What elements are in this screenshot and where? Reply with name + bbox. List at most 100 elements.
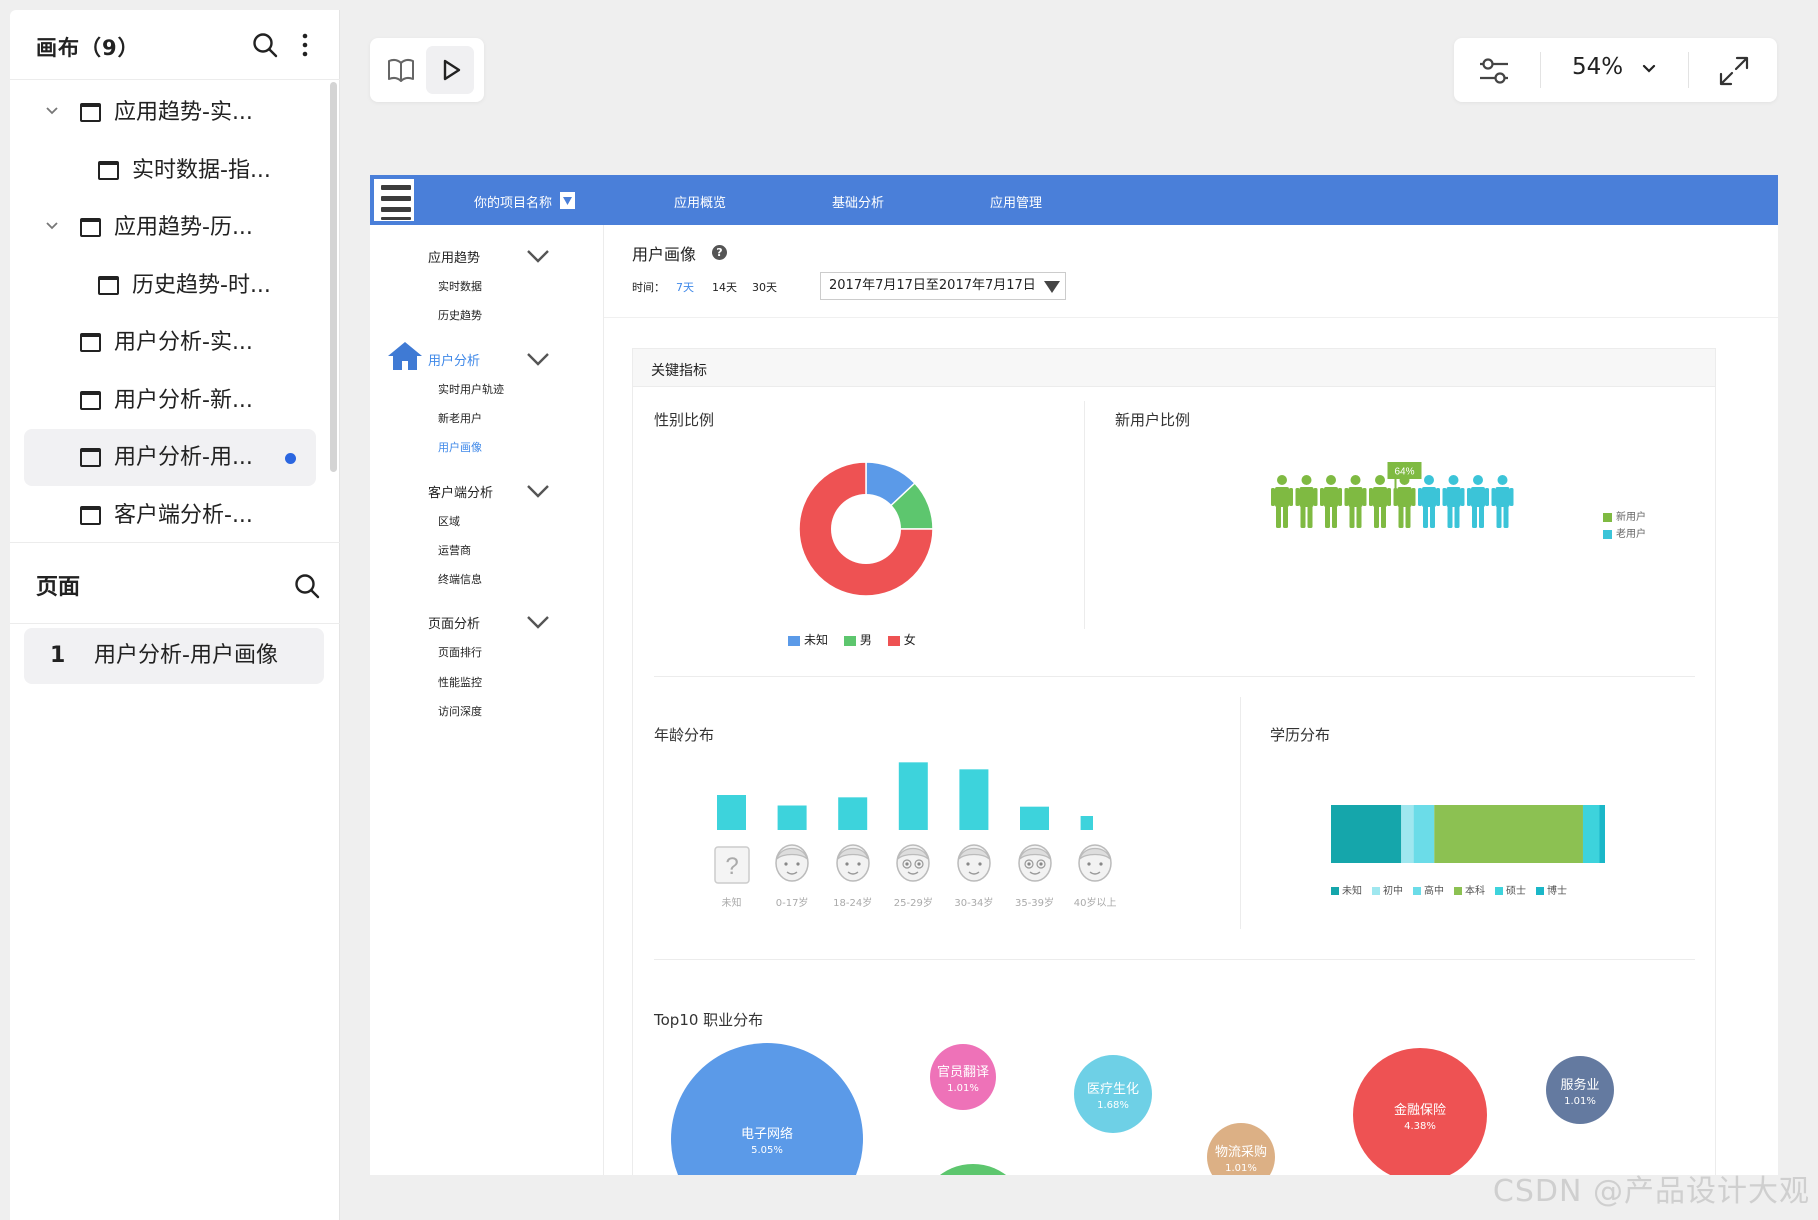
edu-legend-item: 本科 [1454,886,1485,897]
pages-header: 页面 [10,542,340,624]
nav-item[interactable]: 应用概览 [674,192,726,211]
side-menu-group[interactable]: 用户分析 [428,350,480,369]
chevron-down-icon[interactable] [1642,64,1656,74]
side-menu-item[interactable]: 终端信息 [438,571,482,587]
canvas-tree-item[interactable]: 历史趋势-时... [10,257,315,314]
edu-segment [1582,805,1600,863]
watermark: CSDN @产品设计大观 [1492,1174,1810,1209]
book-icon[interactable] [387,57,415,83]
age-bar [838,797,868,830]
page-item[interactable]: 1 用户分析-用户画像 [24,628,324,684]
face-avatar-icon [775,844,809,882]
side-menu-item[interactable]: 访问深度 [438,703,482,719]
preview-toolbar [370,38,484,102]
nav-item[interactable]: 基础分析 [832,192,884,211]
face-avatar-icon [1017,844,1052,882]
side-menu-item[interactable]: 用户画像 [438,439,482,455]
canvas-tree-item[interactable]: 用户分析-实... [10,314,315,371]
page-title: 用户画像 [632,245,697,264]
more-vertical-icon[interactable] [300,32,310,58]
edu-legend-item: 高中 [1413,886,1444,897]
side-menu-group[interactable]: 页面分析 [428,613,480,632]
chevron-down-icon[interactable] [526,351,550,367]
frame-icon [80,390,101,410]
hamburger-menu-button[interactable] [372,177,416,223]
age-tick-label: 35-39岁 [1014,898,1055,909]
side-menu-item[interactable]: 区域 [438,513,460,529]
job-bubble: 服务业 1.01% [1546,1056,1614,1124]
range-30d[interactable]: 30天 [752,279,777,295]
chevron-down-icon[interactable] [526,248,550,264]
date-range-select[interactable]: 2017年7月17日至2017年7月17日 [820,272,1066,300]
legend-unknown: 未知 [788,633,828,647]
chevron-down-icon[interactable] [526,483,550,499]
side-menu-item[interactable]: 运营商 [438,542,471,558]
dropdown-arrow-icon[interactable] [560,192,575,209]
frame-icon [98,160,119,180]
job-title: Top10 职业分布 [654,1011,764,1029]
person-icon [1491,475,1514,528]
side-menu-item[interactable]: 实时数据 [438,278,482,294]
help-icon[interactable]: ? [712,245,727,260]
frame-icon [80,505,101,525]
zoom-level[interactable]: 54% [1572,54,1623,80]
legend-female: 女 [887,633,916,647]
canvas-tree-item[interactable]: 用户分析-用... [24,429,316,486]
prototype-side-menu: 应用趋势实时数据历史趋势用户分析实时用户轨迹 新老用户用户画像客户端分析区域运营商… [370,225,604,1175]
frame-icon [80,218,101,237]
side-menu-group[interactable]: 应用趋势 [428,247,480,266]
chevron-down-icon[interactable] [526,614,550,630]
range-14d[interactable]: 14天 [712,279,737,295]
fullscreen-icon[interactable] [1718,55,1750,87]
side-menu-group[interactable]: 客户端分析 [428,482,493,501]
canvas-tree: 应用趋势-实... 实时数据-指... 应用趋势-历... 历史趋势-时... 用户分析… [10,82,340,542]
canvas-tree-item[interactable]: 实时数据-指... [10,142,315,199]
job-bubble: 金融保险 4.38% [1353,1048,1487,1175]
face-avatar-icon [957,844,991,882]
search-icon[interactable] [294,573,320,599]
range-7d[interactable]: 7天 [676,279,694,295]
active-dot [285,453,296,464]
frame-icon [80,103,101,122]
page-label: 用户分析-用户画像 [94,643,278,668]
age-bar-chart [717,762,1093,830]
play-button[interactable] [426,46,474,94]
nav-item[interactable]: 应用管理 [990,192,1042,211]
age-tick-label: 18-24岁 [833,898,873,909]
canvas-tree-item[interactable]: 应用趋势-历... [10,199,315,256]
age-bar [898,762,928,830]
canvas-tree-item[interactable]: 客户端分析-... [10,487,315,543]
legend-old-user: 老用户 [1603,526,1646,543]
age-tick-label: 30-34岁 [954,898,994,909]
bubble-percent: 1.68% [1097,1099,1129,1111]
tree-scrollbar[interactable] [330,82,337,472]
person-icon [1295,475,1318,528]
gender-title: 性别比例 [654,411,715,429]
side-menu-item[interactable]: 页面排行 [438,644,482,660]
person-icon [1369,475,1391,528]
gender-legend: 未知 男 女 [788,631,928,648]
canvas-tree-item[interactable]: 应用趋势-实... [10,84,315,141]
sliders-icon[interactable] [1478,56,1510,86]
job-bubble-partial [918,1164,1028,1175]
canvas-tree-item[interactable]: 用户分析-新... [10,372,315,429]
side-menu-item[interactable]: 历史趋势 [438,307,482,323]
job-bubble: 物流采购 1.01% [1207,1123,1275,1175]
edu-segment [1413,805,1435,863]
edu-legend-item: 硕士 [1495,886,1526,897]
side-menu-item[interactable]: 实时用户轨迹 [438,381,504,397]
date-range-value: 2017年7月17日至2017年7月17日 [829,278,1036,293]
bubble-name: 电子网络 [740,1126,793,1142]
bubble-percent: 1.01% [947,1082,979,1094]
bubble-percent: 4.38% [1404,1120,1436,1132]
side-menu-item[interactable]: 新老用户 [438,410,482,426]
age-tick-label: 未知 [721,898,742,909]
chevron-down-icon[interactable] [45,105,59,117]
bubble-percent: 1.01% [1564,1095,1596,1107]
search-icon[interactable] [252,32,278,58]
side-menu-item[interactable]: 性能监控 [438,674,482,690]
project-name[interactable]: 你的项目名称 [474,192,552,211]
chevron-down-icon[interactable] [45,220,59,232]
edu-segment [1599,805,1605,863]
age-bar [1020,806,1049,830]
